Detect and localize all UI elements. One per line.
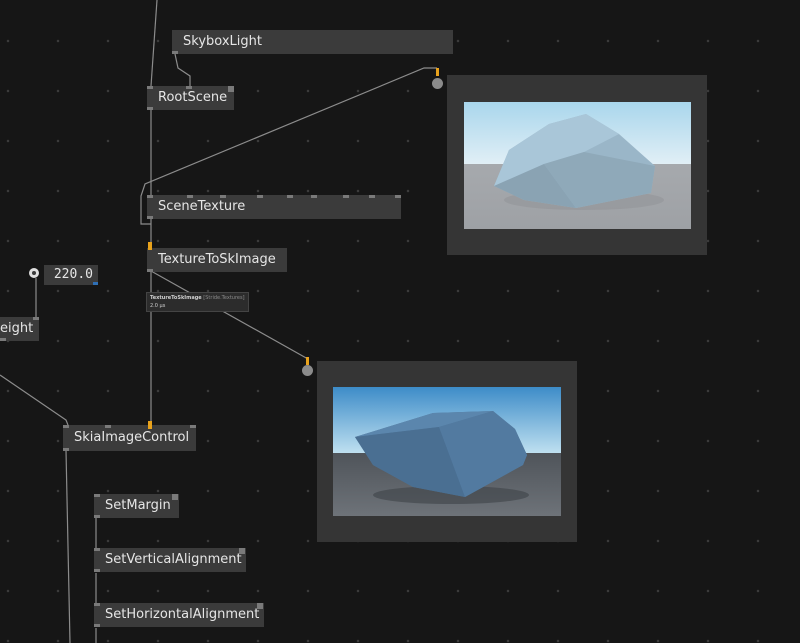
setverticalalignment-node-label: SetVerticalAlignment	[105, 552, 242, 567]
height-node[interactable]: eight	[0, 317, 39, 341]
tooltip-category: [Stride.Textures]	[203, 295, 245, 301]
skiaimagecontrol-input-pin-2[interactable]	[105, 425, 111, 428]
setmargin-node-label: SetMargin	[105, 498, 171, 513]
scenetexture-input-pin-5[interactable]	[287, 195, 293, 198]
renderer1-port-stem	[436, 68, 439, 76]
texturetoskimage-output-pin[interactable]	[147, 269, 153, 272]
setmargin-input-pin-2[interactable]	[172, 494, 178, 500]
height-input-pin[interactable]	[33, 317, 39, 320]
scenetexture-input-pin-2[interactable]	[187, 195, 193, 198]
texturetoskimage-input-pin[interactable]	[148, 242, 152, 250]
radio-toggle-icon[interactable]	[29, 268, 39, 278]
setmargin-output-pin[interactable]	[94, 515, 100, 518]
scenetexture-input-pin-9[interactable]	[395, 195, 401, 198]
node-tooltip: TextureToSkImage [Stride.Textures] 2.0 µ…	[146, 292, 249, 312]
skyboxlight-node[interactable]: SkyboxLight	[172, 30, 453, 54]
rootscene-input-pin-1[interactable]	[147, 86, 153, 89]
sethorizontalalignment-input-pin-2[interactable]	[257, 603, 263, 609]
skiaimagecontrol-output-pin[interactable]	[63, 448, 69, 451]
skiaimagecontrol-input-pin-1[interactable]	[63, 425, 69, 428]
texturetoskimage-node-label: TextureToSkImage	[158, 252, 276, 267]
setverticalalignment-output-pin[interactable]	[94, 569, 100, 572]
setverticalalignment-input-pin-2[interactable]	[239, 548, 245, 554]
sethorizontalalignment-output-pin[interactable]	[94, 624, 100, 627]
skyboxlight-node-label: SkyboxLight	[183, 34, 262, 49]
value-iobox[interactable]: 220.0	[44, 265, 98, 285]
height-output-pin[interactable]	[0, 338, 6, 341]
wire-height-to-skiaimage	[0, 374, 69, 426]
setmargin-input-pin-1[interactable]	[94, 494, 100, 497]
tooltip-timing: 2.0 µs	[150, 303, 166, 309]
height-node-label: eight	[0, 321, 34, 336]
rootscene-node[interactable]: RootScene	[147, 86, 234, 110]
tooltip-node-name: TextureToSkImage	[150, 295, 202, 301]
iobox-value: 220.0	[53, 267, 93, 282]
rootscene-node-label: RootScene	[158, 90, 228, 105]
sethorizontalalignment-node[interactable]: SetHorizontalAlignment	[94, 603, 264, 627]
scene-viewport-1	[464, 102, 691, 229]
scenetexture-input-pin-4[interactable]	[257, 195, 263, 198]
iobox-resize-handle[interactable]	[93, 282, 98, 285]
skiaimagecontrol-input-pin-4[interactable]	[190, 425, 196, 428]
rootscene-input-pin-3[interactable]	[228, 86, 234, 92]
rootscene-output-pin[interactable]	[147, 107, 153, 110]
renderer-preview-1[interactable]	[447, 75, 707, 255]
circle-port-icon[interactable]	[302, 365, 313, 376]
scenetexture-input-pin-8[interactable]	[369, 195, 375, 198]
rootscene-input-pin-2[interactable]	[186, 86, 192, 89]
circle-port-icon[interactable]	[432, 78, 443, 89]
skiaimagecontrol-node-label: SkiaImageControl	[74, 430, 190, 445]
skyboxlight-output-pin[interactable]	[172, 51, 178, 54]
sethorizontalalignment-input-pin-1[interactable]	[94, 603, 100, 606]
scenetexture-node-label: SceneTexture	[158, 199, 246, 214]
scenetexture-input-pin-6[interactable]	[311, 195, 317, 198]
wire-tex2sk-to-renderer2	[150, 270, 309, 360]
wire-top-to-rootscene	[150, 0, 158, 87]
wire-skybox-to-rootscene	[174, 53, 191, 86]
renderer2-port-stem	[306, 357, 309, 365]
texturetoskimage-node[interactable]: TextureToSkImage	[147, 242, 287, 272]
setmargin-node[interactable]: SetMargin	[94, 494, 179, 518]
wire-skiaimage-down	[65, 449, 71, 643]
scenetexture-input-pin-1[interactable]	[147, 195, 153, 198]
scene-viewport-2	[333, 387, 561, 516]
setverticalalignment-node[interactable]: SetVerticalAlignment	[94, 548, 246, 572]
skiaimagecontrol-input-pin-image[interactable]	[148, 421, 152, 429]
skiaimagecontrol-node[interactable]: SkiaImageControl	[63, 421, 196, 451]
sethorizontalalignment-node-label: SetHorizontalAlignment	[105, 607, 260, 622]
scenetexture-output-pin[interactable]	[147, 216, 153, 219]
scenetexture-input-pin-3[interactable]	[220, 195, 226, 198]
renderer-preview-2[interactable]	[317, 361, 577, 542]
scenetexture-input-pin-7[interactable]	[343, 195, 349, 198]
scenetexture-node[interactable]: SceneTexture	[147, 195, 401, 219]
setverticalalignment-input-pin-1[interactable]	[94, 548, 100, 551]
